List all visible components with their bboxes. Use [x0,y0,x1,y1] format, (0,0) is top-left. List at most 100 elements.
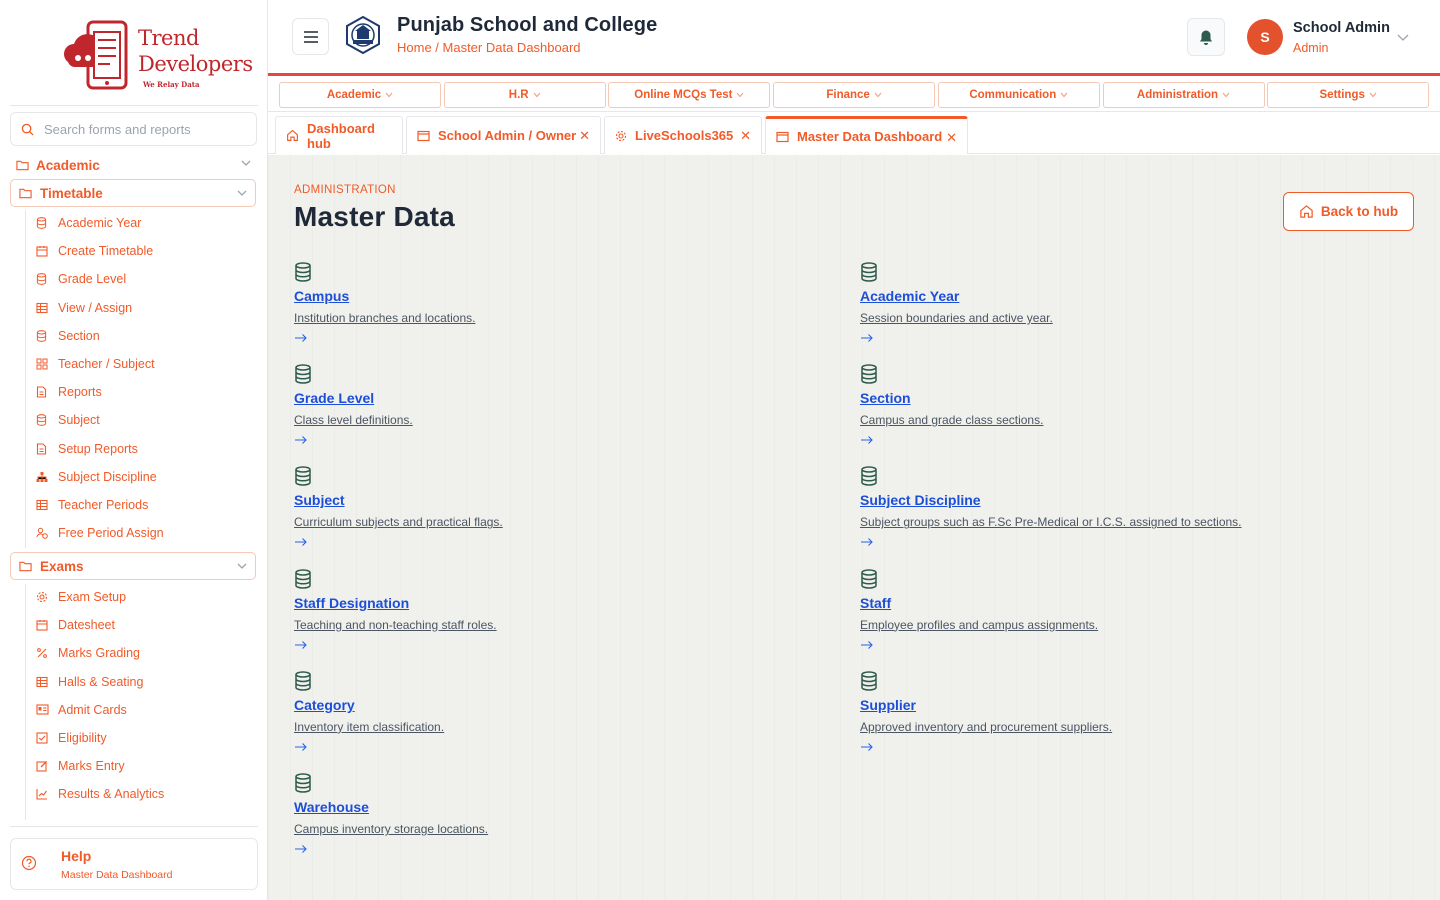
sidebar-item-results-analytics[interactable]: Results & Analytics [36,784,164,804]
card-title-link[interactable]: Grade Level [294,390,374,406]
sidebar-item-exam-setup[interactable]: Exam Setup [36,587,126,607]
arrow-right-icon[interactable] [860,637,874,655]
tab-dashboard-hub[interactable]: Dashboard hub [275,116,403,154]
sidebar-item-academic-year[interactable]: Academic Year [36,213,141,233]
sidebar-item-label: Results & Analytics [58,787,165,802]
arrow-right-icon[interactable] [294,841,308,859]
chevron-down-icon[interactable] [1397,32,1409,42]
sidebar-item-reports[interactable]: Reports [36,382,102,402]
notifications-button[interactable] [1187,18,1225,56]
sidebar-item-admit-cards[interactable]: Admit Cards [36,700,127,720]
sidebar-item-subject[interactable]: Subject [36,410,100,430]
arrow-right-icon[interactable] [294,637,308,655]
arrow-right-icon[interactable] [860,739,874,757]
arrow-right-icon[interactable] [860,330,874,348]
database-icon [36,329,50,342]
topnav-communication[interactable]: Communication [937,82,1100,108]
card-title-link[interactable]: Academic Year [860,288,959,304]
close-icon[interactable]: ✕ [579,128,590,144]
close-icon[interactable]: ✕ [946,130,957,146]
card-description[interactable]: Curriculum subjects and practical flags. [294,515,503,529]
card-title-link[interactable]: Subject [294,492,345,508]
master-data-card-staff-designation[interactable]: Staff Designation Teaching and non-teachi… [294,568,794,659]
card-description[interactable]: Teaching and non-teaching staff roles. [294,618,497,632]
topnav-settings[interactable]: Settings [1267,82,1430,108]
arrow-right-icon[interactable] [294,534,308,552]
sidebar-section-academic[interactable]: Academic [10,154,257,176]
arrow-right-icon[interactable] [294,739,308,757]
sidebar-group-timetable[interactable]: Timetable [10,179,256,207]
master-data-card-campus[interactable]: Campus Institution branches and locations… [294,262,794,352]
topnav-h-r[interactable]: H.R [443,82,606,108]
menu-toggle-button[interactable] [292,18,329,55]
user-name[interactable]: School Admin [1293,20,1390,36]
avatar[interactable]: S [1247,19,1283,55]
search-input[interactable] [44,121,244,137]
master-data-card-warehouse[interactable]: Warehouse Campus inventory storage locati… [294,773,794,863]
sidebar-item-subject-discipline[interactable]: Subject Discipline [36,467,157,487]
sidebar-item-teacher-periods[interactable]: Teacher Periods [36,495,148,515]
close-icon[interactable]: ✕ [740,128,751,144]
search-box[interactable] [10,112,257,146]
sidebar-item-free-period-assign[interactable]: Free Period Assign [36,523,164,543]
topnav-online-mcqs-test[interactable]: Online MCQs Test [608,82,771,108]
sidebar-item-marks-entry[interactable]: Marks Entry [36,756,125,776]
sidebar-item-marks-grading[interactable]: Marks Grading [36,643,140,663]
card-description[interactable]: Campus inventory storage locations. [294,822,488,836]
folder-icon [19,561,32,572]
master-data-card-subject-discipline[interactable]: Subject Discipline Subject groups such as… [860,466,1360,556]
sidebar-item-label: Free Period Assign [58,526,164,541]
card-title-link[interactable]: Section [860,390,911,406]
topnav-administration[interactable]: Administration [1102,82,1265,108]
master-data-card-academic-year[interactable]: Academic Year Session boundaries and acti… [860,262,1360,352]
arrow-right-icon[interactable] [860,534,874,552]
arrow-right-icon[interactable] [294,432,308,450]
card-title-link[interactable]: Category [294,697,355,713]
card-description[interactable]: Subject groups such as F.Sc Pre-Medical … [860,515,1242,529]
card-title-link[interactable]: Staff Designation [294,595,409,611]
card-description[interactable]: Campus and grade class sections. [860,413,1043,427]
master-data-card-supplier[interactable]: Supplier Approved inventory and procureme… [860,671,1360,761]
card-title-link[interactable]: Campus [294,288,349,304]
database-icon [860,364,878,389]
sidebar-item-halls-seating[interactable]: Halls & Seating [36,672,143,692]
card-title-link[interactable]: Staff [860,595,891,611]
card-title-link[interactable]: Warehouse [294,799,369,815]
trend-developers-logo[interactable]: Trend Developers We Relay Data [60,18,253,92]
card-description[interactable]: Employee profiles and campus assignments… [860,618,1098,632]
sidebar-item-grade-level[interactable]: Grade Level [36,269,126,289]
arrow-right-icon[interactable] [860,432,874,450]
sidebar-item-datesheet[interactable]: Datesheet [36,615,115,635]
card-description[interactable]: Approved inventory and procurement suppl… [860,720,1112,734]
sidebar-item-create-timetable[interactable]: Create Timetable [36,241,153,261]
master-data-card-category[interactable]: Category Inventory item classification. [294,671,794,761]
master-data-card-staff[interactable]: Staff Employee profiles and campus assign… [860,568,1360,659]
sidebar-item-section[interactable]: Section [36,326,100,346]
sidebar-item-teacher-subject[interactable]: Teacher / Subject [36,354,155,374]
tab-school-admin-owner[interactable]: School Admin / Owner ✕ [406,116,601,154]
master-data-card-section[interactable]: Section Campus and grade class sections. [860,364,1360,454]
help-title: Help [61,848,92,864]
card-description[interactable]: Inventory item classification. [294,720,444,734]
tab-liveschools365[interactable]: LiveSchools365 ✕ [604,116,762,154]
card-description[interactable]: Class level definitions. [294,413,413,427]
topnav-label: Settings [1319,89,1365,101]
sidebar-item-setup-reports[interactable]: Setup Reports [36,439,138,459]
master-data-card-grade-level[interactable]: Grade Level Class level definitions. [294,364,794,454]
tab-master-data-dashboard[interactable]: Master Data Dashboard ✕ [765,116,968,154]
topnav-academic[interactable]: Academic [279,82,441,108]
card-title-link[interactable]: Supplier [860,697,916,713]
card-title-link[interactable]: Subject Discipline [860,492,981,508]
master-data-card-subject[interactable]: Subject Curriculum subjects and practical… [294,466,794,556]
sidebar-group-exams[interactable]: Exams [10,552,256,580]
sidebar-item-eligibility[interactable]: Eligibility [36,728,107,748]
arrow-right-icon[interactable] [294,330,308,348]
sidebar-item-label: Teacher Periods [58,498,149,512]
top-navigation: Academic H.R Online MCQs Test Finance Commun… [268,79,1440,112]
back-to-hub-button[interactable]: Back to hub [1283,192,1414,231]
topnav-finance[interactable]: Finance [773,82,936,108]
card-description[interactable]: Session boundaries and active year. [860,311,1053,325]
card-description[interactable]: Institution branches and locations. [294,311,475,325]
sidebar-item-view-assign[interactable]: View / Assign [36,298,132,318]
help-box[interactable]: Help Master Data Dashboard [10,838,258,890]
